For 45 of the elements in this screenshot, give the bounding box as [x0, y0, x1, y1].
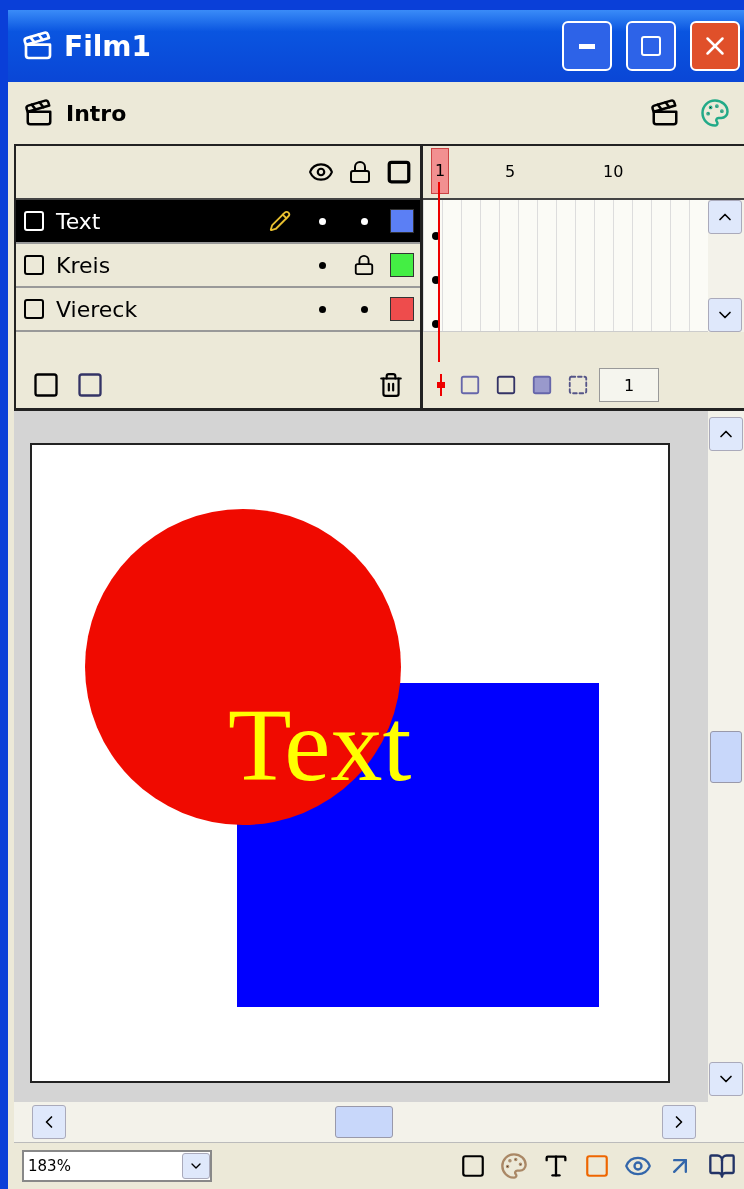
squares-outline-icon: [495, 374, 517, 396]
brackets-icon: [567, 374, 589, 396]
trash-icon: [378, 372, 404, 398]
book-icon: [708, 1152, 736, 1180]
unlocked-dot: [360, 305, 368, 313]
minimize-button[interactable]: [562, 21, 612, 71]
layer-name: Viereck: [56, 296, 139, 322]
close-button[interactable]: [690, 21, 740, 71]
layer-row[interactable]: Text: [16, 200, 420, 244]
unlocked-dot: [360, 217, 368, 225]
scene-name: Intro: [66, 100, 128, 126]
pencil-icon: [269, 210, 291, 232]
scroll-thumb[interactable]: [710, 730, 742, 783]
maximize-button[interactable]: [626, 21, 676, 71]
lock-icon: [353, 254, 375, 276]
layer-icon: [22, 209, 46, 233]
current-frame-field: 1: [599, 368, 659, 402]
visible-dot: [318, 305, 326, 313]
dropdown-button[interactable]: [182, 1153, 210, 1179]
clapperboard-icon: [650, 98, 680, 128]
frame-number: 10: [603, 162, 624, 181]
scene-icon: [24, 98, 54, 128]
layer-icon: [22, 297, 46, 321]
layer-icon: [22, 253, 46, 277]
scroll-thumb[interactable]: [335, 1106, 393, 1138]
window-title: Film1: [64, 29, 152, 63]
zoom-value: 183%: [28, 1157, 72, 1175]
add-layer-icon: [32, 371, 60, 399]
zoom-field[interactable]: 183%: [22, 1150, 212, 1182]
maximize-icon: [639, 34, 663, 58]
layer-name: Text: [56, 208, 102, 234]
lock-icon: [348, 160, 372, 184]
minimize-icon: [579, 43, 595, 49]
guide-layer-icon: [76, 371, 104, 399]
playhead-frame[interactable]: 1: [431, 148, 449, 194]
filled-squares-icon: [531, 374, 553, 396]
frame-number: 5: [505, 162, 516, 181]
visible-dot: [318, 217, 326, 225]
shapes-icon: [700, 98, 730, 128]
playhead-icon: [437, 374, 445, 396]
squares-icon: [459, 374, 481, 396]
document-icon: [22, 30, 54, 62]
visible-dot: [318, 261, 326, 269]
layer-name: Kreis: [56, 252, 112, 278]
palette-icon: [500, 1152, 528, 1180]
